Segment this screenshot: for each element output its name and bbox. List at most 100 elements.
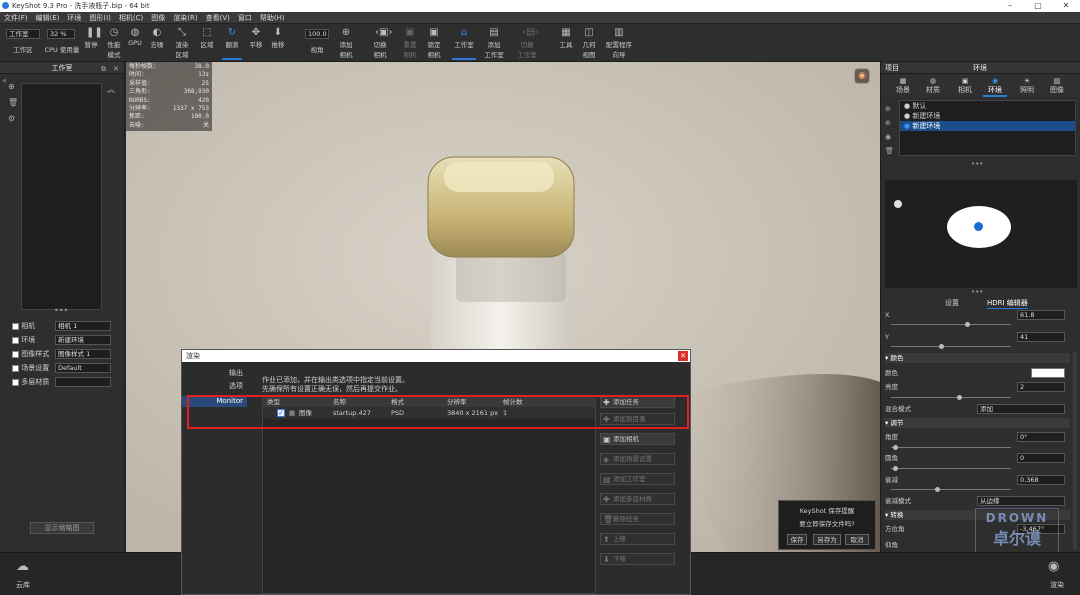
menu-edit[interactable]: 编辑(E) xyxy=(32,12,64,24)
splitter-handle-top[interactable]: ••• xyxy=(971,160,983,168)
save-as-button[interactable]: 另存为 xyxy=(813,534,841,545)
add-studio-button[interactable]: ▤ 添加 工作室 xyxy=(482,26,506,60)
region-button[interactable]: ⬚ 区域 xyxy=(197,26,217,60)
falloff-mode-select[interactable]: 从边缘 xyxy=(977,496,1065,506)
chevron-up-icon[interactable]: ︽ xyxy=(107,84,115,95)
render-icon[interactable]: ◉ xyxy=(1048,559,1059,574)
x-slider[interactable] xyxy=(891,322,1011,327)
menu-camera[interactable]: 相机(C) xyxy=(115,12,147,24)
tab-material[interactable]: ◍ 材质 xyxy=(921,77,945,95)
config-wizard-button[interactable]: ▥ 配置程序 向导 xyxy=(603,26,635,60)
tab-camera[interactable]: ▣ 相机 xyxy=(953,77,977,95)
studio-button[interactable]: ⌂ 工作室 xyxy=(452,26,476,60)
x-field[interactable]: 61.8 xyxy=(1017,310,1065,320)
environment-list[interactable]: ● 默认 ● 新建环境 ● 新建环境 xyxy=(899,100,1076,156)
color-section-header[interactable]: ▾ 颜色 xyxy=(885,353,1070,363)
fov-field[interactable]: 100.0 xyxy=(305,29,329,39)
add-scene-settings-button[interactable]: ◈ 添加场景设置 xyxy=(600,453,675,465)
menu-graphics[interactable]: 图形(I) xyxy=(85,12,115,24)
menu-environment[interactable]: 环境 xyxy=(63,12,85,24)
angle-field[interactable]: 0° xyxy=(1017,432,1065,442)
light-pin-handle[interactable] xyxy=(974,222,983,231)
tab-scene[interactable]: ▦ 场景 xyxy=(891,77,915,95)
multi-material-checkbox[interactable] xyxy=(12,378,19,386)
delete-job-button[interactable]: 🗑 删除任务 xyxy=(600,513,675,525)
reset-camera-button[interactable]: ▣ 重置 相机 xyxy=(400,26,420,60)
add-camera-job-button[interactable]: ▣ 添加相机 xyxy=(600,433,675,445)
studio-list[interactable] xyxy=(21,83,102,310)
blend-mode-select[interactable]: 添加 xyxy=(977,404,1065,414)
scene-settings-checkbox[interactable] xyxy=(12,364,19,372)
menu-window[interactable]: 窗口 xyxy=(234,12,256,24)
move-up-button[interactable]: ⬆ 上移 xyxy=(600,533,675,545)
menu-file[interactable]: 文件(F) xyxy=(0,12,32,24)
save-button[interactable]: 保存 xyxy=(787,534,807,545)
hdri-preview[interactable] xyxy=(885,180,1077,288)
environment-select[interactable]: 新建环境 xyxy=(55,335,111,345)
settings-gear-icon[interactable]: ⚙ xyxy=(8,114,15,123)
pause-button[interactable]: ❚❚ 暂停 xyxy=(82,26,103,60)
angle-slider[interactable] xyxy=(891,445,1011,450)
menu-help[interactable]: 帮助(H) xyxy=(256,12,289,24)
tab-environment[interactable]: ◉ 环境 xyxy=(983,77,1007,97)
tools-button[interactable]: ▦ 工具 xyxy=(556,26,576,60)
light-pin-small[interactable] xyxy=(894,200,902,208)
lock-camera-button[interactable]: ▣ 锁定 相机 xyxy=(424,26,444,60)
brightness-slider[interactable] xyxy=(891,395,1011,400)
subtab-hdri-editor[interactable]: HDRI 编辑器 xyxy=(987,298,1028,309)
right-scrollbar[interactable] xyxy=(1073,352,1077,550)
subtab-settings[interactable]: 设置 xyxy=(945,298,959,308)
close-panel-icon[interactable]: ✕ xyxy=(113,65,119,73)
add-multi-material-button[interactable]: ✚ 添加多层材质 xyxy=(600,493,675,505)
nav-output[interactable]: 输出 xyxy=(182,368,247,379)
collapse-icon[interactable]: « xyxy=(2,76,7,85)
y-slider[interactable] xyxy=(891,344,1011,349)
dolly-button[interactable]: ⬇ 推移 xyxy=(268,26,288,60)
pan-button[interactable]: ✥ 平移 xyxy=(246,26,266,60)
row-environment[interactable]: 环境 xyxy=(12,335,35,345)
menu-render[interactable]: 渲染(R) xyxy=(169,12,201,24)
minimize-button[interactable]: – xyxy=(996,0,1024,12)
add-env-icon[interactable]: ⊕ xyxy=(885,102,894,116)
image-style-checkbox[interactable] xyxy=(12,350,19,358)
performance-mode-button[interactable]: ◷ 性能 模式 xyxy=(104,26,124,60)
env-sphere-icon[interactable]: ◉ xyxy=(885,130,894,144)
env-item-new-1[interactable]: ● 新建环境 xyxy=(900,111,1075,121)
close-window-button[interactable]: ✕ xyxy=(1052,0,1080,12)
brightness-field[interactable]: 2 xyxy=(1017,382,1065,392)
image-style-select[interactable]: 图像样式 1 xyxy=(55,349,111,359)
switch-camera-button[interactable]: ‹▣› 切换 相机 xyxy=(368,26,393,60)
camera-checkbox[interactable] xyxy=(12,322,19,330)
render-preview-icon[interactable]: ◉ xyxy=(854,68,870,84)
gpu-button[interactable]: ◍ GPU xyxy=(127,26,143,60)
switch-studio-button[interactable]: ‹▤› 切换 工作室 xyxy=(514,26,540,60)
falloff-slider[interactable] xyxy=(891,487,1011,492)
environment-checkbox[interactable] xyxy=(12,336,19,344)
falloff-field[interactable]: 0.368 xyxy=(1017,475,1065,485)
adjust-section-header[interactable]: ▾ 调节 xyxy=(885,418,1070,428)
tab-lighting[interactable]: ☀ 照明 xyxy=(1015,77,1039,95)
denoise-button[interactable]: ◐ 去噪 xyxy=(147,26,167,60)
cloud-library-icon[interactable]: ☁ xyxy=(16,559,29,574)
splitter-handle[interactable]: ••• xyxy=(54,306,68,315)
menu-view[interactable]: 查看(V) xyxy=(202,12,234,24)
env-item-default[interactable]: ● 默认 xyxy=(900,101,1075,111)
row-camera[interactable]: 相机 xyxy=(12,321,35,331)
delete-icon[interactable]: 🗑 xyxy=(8,98,18,107)
render-region-button[interactable]: ⤡ 渲染 区域 xyxy=(171,26,193,60)
add-camera-button[interactable]: ⊕ 添加 相机 xyxy=(336,26,356,60)
tumble-button[interactable]: ↻ 翻滚 xyxy=(222,26,242,60)
splitter-handle-mid[interactable]: ••• xyxy=(971,288,983,296)
add-studio-job-button[interactable]: ▤ 添加工作室 xyxy=(600,473,675,485)
cpu-usage-field[interactable]: 32 % xyxy=(47,29,75,39)
row-scene-settings[interactable]: 场景设置 xyxy=(12,363,49,373)
nav-options[interactable]: 选项 xyxy=(182,381,247,392)
color-swatch[interactable] xyxy=(1031,368,1065,378)
show-thumbnails-button[interactable]: 显示缩略图 xyxy=(30,522,94,534)
scene-settings-select[interactable]: Default xyxy=(55,363,111,373)
corner-slider[interactable] xyxy=(891,466,1011,471)
add-studio-icon[interactable]: ⊕ xyxy=(8,82,15,91)
dialog-close-button[interactable]: ✕ xyxy=(678,351,688,361)
move-down-button[interactable]: ⬇ 下移 xyxy=(600,553,675,565)
env-item-new-2[interactable]: ● 新建环境 xyxy=(900,121,1075,131)
